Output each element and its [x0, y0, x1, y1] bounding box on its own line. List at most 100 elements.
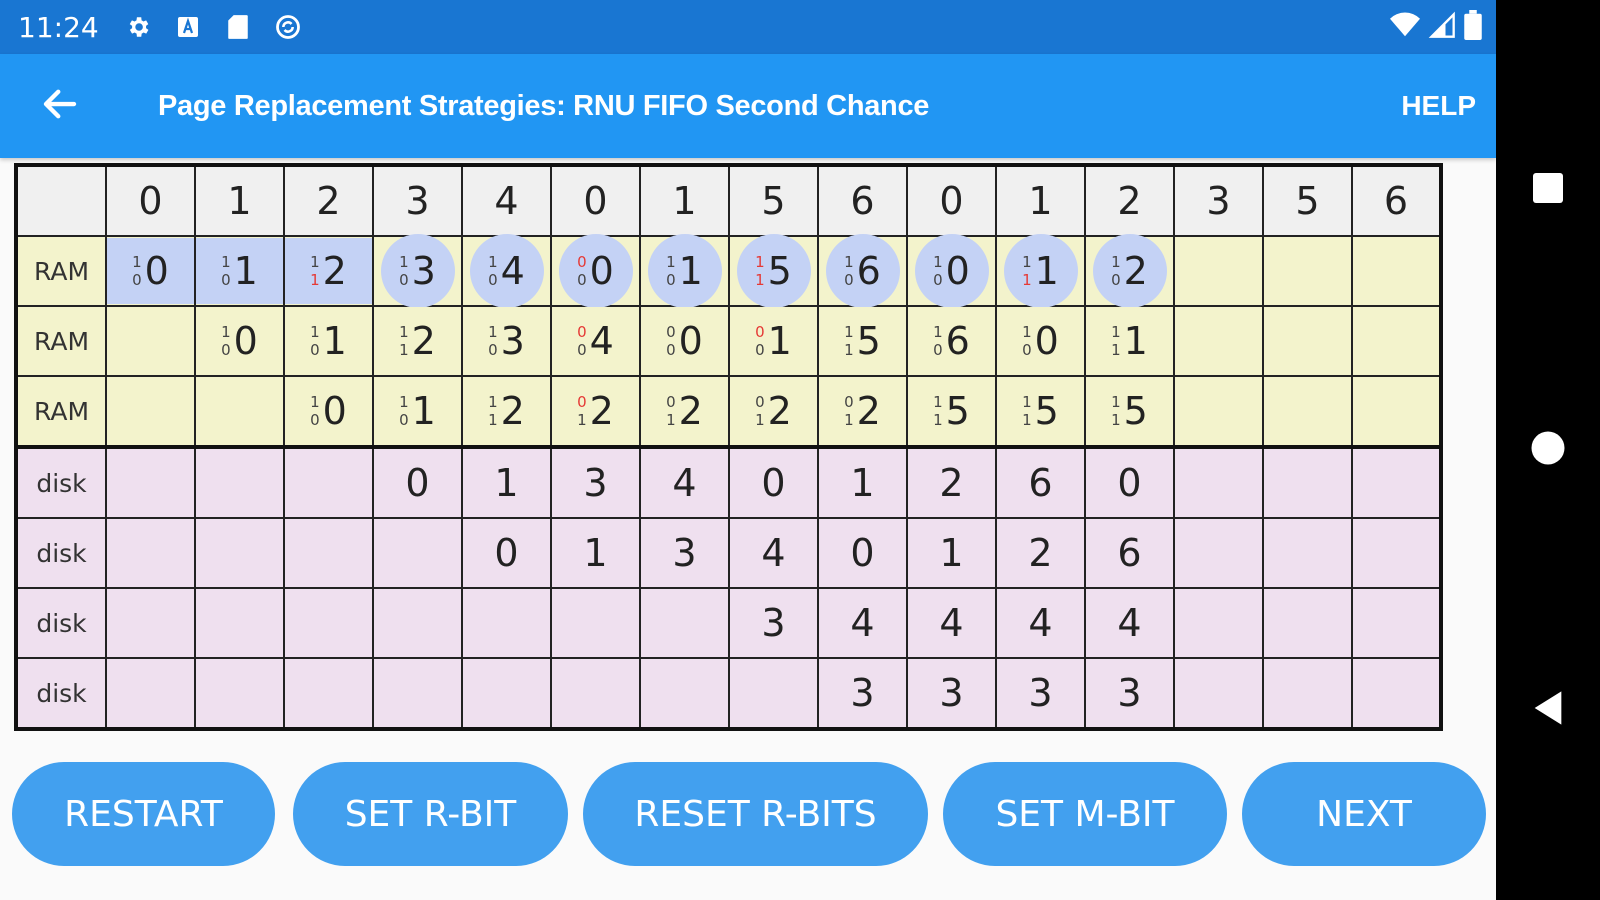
ram-frame-content: 106: [819, 234, 906, 308]
recents-button[interactable]: [1496, 160, 1600, 220]
set-r-bit-button[interactable]: SET R-BIT: [293, 762, 568, 866]
page-number: 1: [322, 319, 347, 363]
ram-frame-cell[interactable]: 115: [1084, 375, 1175, 449]
ram-frame-cell[interactable]: 001: [728, 305, 819, 377]
rm-bits: 11: [488, 393, 498, 429]
m-bit: 0: [666, 271, 676, 289]
disk-cell: 0: [461, 517, 552, 589]
disk-cell: [550, 657, 641, 730]
ram-frame-cell[interactable]: 101: [639, 234, 730, 308]
page-entry: 012: [577, 389, 614, 433]
ram-frame-cell[interactable]: 012: [639, 375, 730, 449]
disk-cell: 0: [817, 517, 908, 589]
ram-frame-cell[interactable]: [105, 375, 196, 449]
disk-cell: 1: [817, 446, 908, 519]
set-m-bit-button[interactable]: SET M-BIT: [943, 762, 1227, 866]
ram-frame-cell[interactable]: [1262, 305, 1353, 377]
page-number: 0: [322, 389, 347, 433]
ram-frame-cell[interactable]: 112: [372, 305, 463, 377]
ram-frame-cell[interactable]: [1262, 235, 1353, 307]
home-button[interactable]: [1496, 420, 1600, 480]
row-label: disk: [15, 517, 107, 589]
ram-frame-cell[interactable]: 000: [550, 234, 641, 308]
ram-frame-cell[interactable]: 103: [461, 305, 552, 377]
ram-frame-cell[interactable]: 115: [906, 375, 997, 449]
page-number: 1: [233, 249, 258, 293]
ram-frame-cell[interactable]: 111: [1084, 305, 1175, 377]
ram-frame-content: 101: [641, 234, 728, 308]
ram-frame-cell[interactable]: 104: [461, 234, 552, 308]
ram-frame-cell[interactable]: [194, 375, 285, 449]
ram-frame-cell[interactable]: 100: [194, 305, 285, 377]
page-entry: 106: [933, 319, 970, 363]
help-button[interactable]: HELP: [1401, 90, 1476, 122]
ram-frame-cell[interactable]: 101: [194, 235, 285, 307]
r-bit: 1: [399, 323, 409, 341]
m-bit: 0: [844, 271, 854, 289]
page-entry: 104: [488, 249, 525, 293]
reference-cell: 6: [1351, 164, 1442, 237]
rm-bits: 11: [1022, 393, 1032, 429]
m-bit: 0: [221, 341, 231, 359]
ram-frame-cell[interactable]: 004: [550, 305, 641, 377]
ram-frame-cell[interactable]: [1351, 235, 1442, 307]
ram-frame-cell[interactable]: 100: [995, 305, 1086, 377]
ram-frame-content: 100: [997, 308, 1084, 374]
ram-frame-cell[interactable]: 115: [728, 234, 819, 308]
ram-frame-content: 112: [374, 308, 461, 374]
ram-frame-cell[interactable]: 100: [283, 375, 374, 449]
ram-frame-cell[interactable]: 102: [1084, 234, 1175, 308]
ram-frame-cell[interactable]: [1173, 305, 1264, 377]
disk-cell: [283, 517, 374, 589]
ram-frame-content: 101: [285, 308, 372, 374]
disk-cell: [105, 517, 196, 589]
system-back-button[interactable]: [1496, 680, 1600, 740]
ram-frame-cell[interactable]: 112: [461, 375, 552, 449]
back-button[interactable]: [30, 76, 90, 136]
ram-frame-cell[interactable]: 111: [995, 234, 1086, 308]
disk-cell: 3: [817, 657, 908, 730]
ram-frame-cell[interactable]: 103: [372, 234, 463, 308]
ram-frame-cell[interactable]: 012: [550, 375, 641, 449]
disk-cell: [1262, 657, 1353, 730]
disk-cell: [372, 587, 463, 659]
ram-frame-cell[interactable]: 115: [995, 375, 1086, 449]
disk-cell: [194, 446, 285, 519]
r-bit: 1: [310, 323, 320, 341]
rm-bits: 01: [755, 393, 765, 429]
reset-r-bits-button[interactable]: RESET R-BITS: [583, 762, 928, 866]
r-bit: 1: [310, 393, 320, 411]
ram-frame-cell[interactable]: [1262, 375, 1353, 449]
ram-frame-cell[interactable]: [1173, 235, 1264, 307]
ram-frame-cell[interactable]: [1173, 375, 1264, 449]
m-bit: 0: [399, 271, 409, 289]
page-entry: 000: [577, 249, 614, 293]
ram-frame-cell[interactable]: 115: [817, 305, 908, 377]
reference-cell: 2: [283, 164, 374, 237]
ram-frame-cell[interactable]: 100: [105, 235, 196, 307]
ram-frame-cell[interactable]: 100: [906, 234, 997, 308]
ram-frame-cell[interactable]: 106: [906, 305, 997, 377]
ram-frame-cell[interactable]: [1351, 305, 1442, 377]
ram-frame-cell[interactable]: 101: [372, 375, 463, 449]
next-button[interactable]: NEXT: [1242, 762, 1486, 866]
page-number: 0: [678, 319, 703, 363]
ram-frame-cell[interactable]: [105, 305, 196, 377]
disk-row: disk 0 1 3 4 0 1 2 6 0: [15, 446, 1442, 519]
page-number: 2: [589, 389, 614, 433]
ram-frame-cell[interactable]: 106: [817, 234, 908, 308]
ram-frame-cell[interactable]: 101: [283, 305, 374, 377]
m-bit: 0: [221, 271, 231, 289]
row-label: disk: [15, 446, 107, 519]
m-bit: 1: [844, 341, 854, 359]
restart-button[interactable]: RESTART: [12, 762, 275, 866]
ram-frame-cell[interactable]: 000: [639, 305, 730, 377]
ram-frame-cell[interactable]: 012: [817, 375, 908, 449]
ram-frame-cell[interactable]: 112: [283, 235, 374, 307]
ram-frame-cell[interactable]: 012: [728, 375, 819, 449]
ram-frame-content: 115: [1086, 378, 1173, 444]
m-bit: 1: [844, 411, 854, 429]
disk-cell: [1262, 587, 1353, 659]
ram-frame-cell[interactable]: [1351, 375, 1442, 449]
rm-bits: 00: [577, 323, 587, 359]
